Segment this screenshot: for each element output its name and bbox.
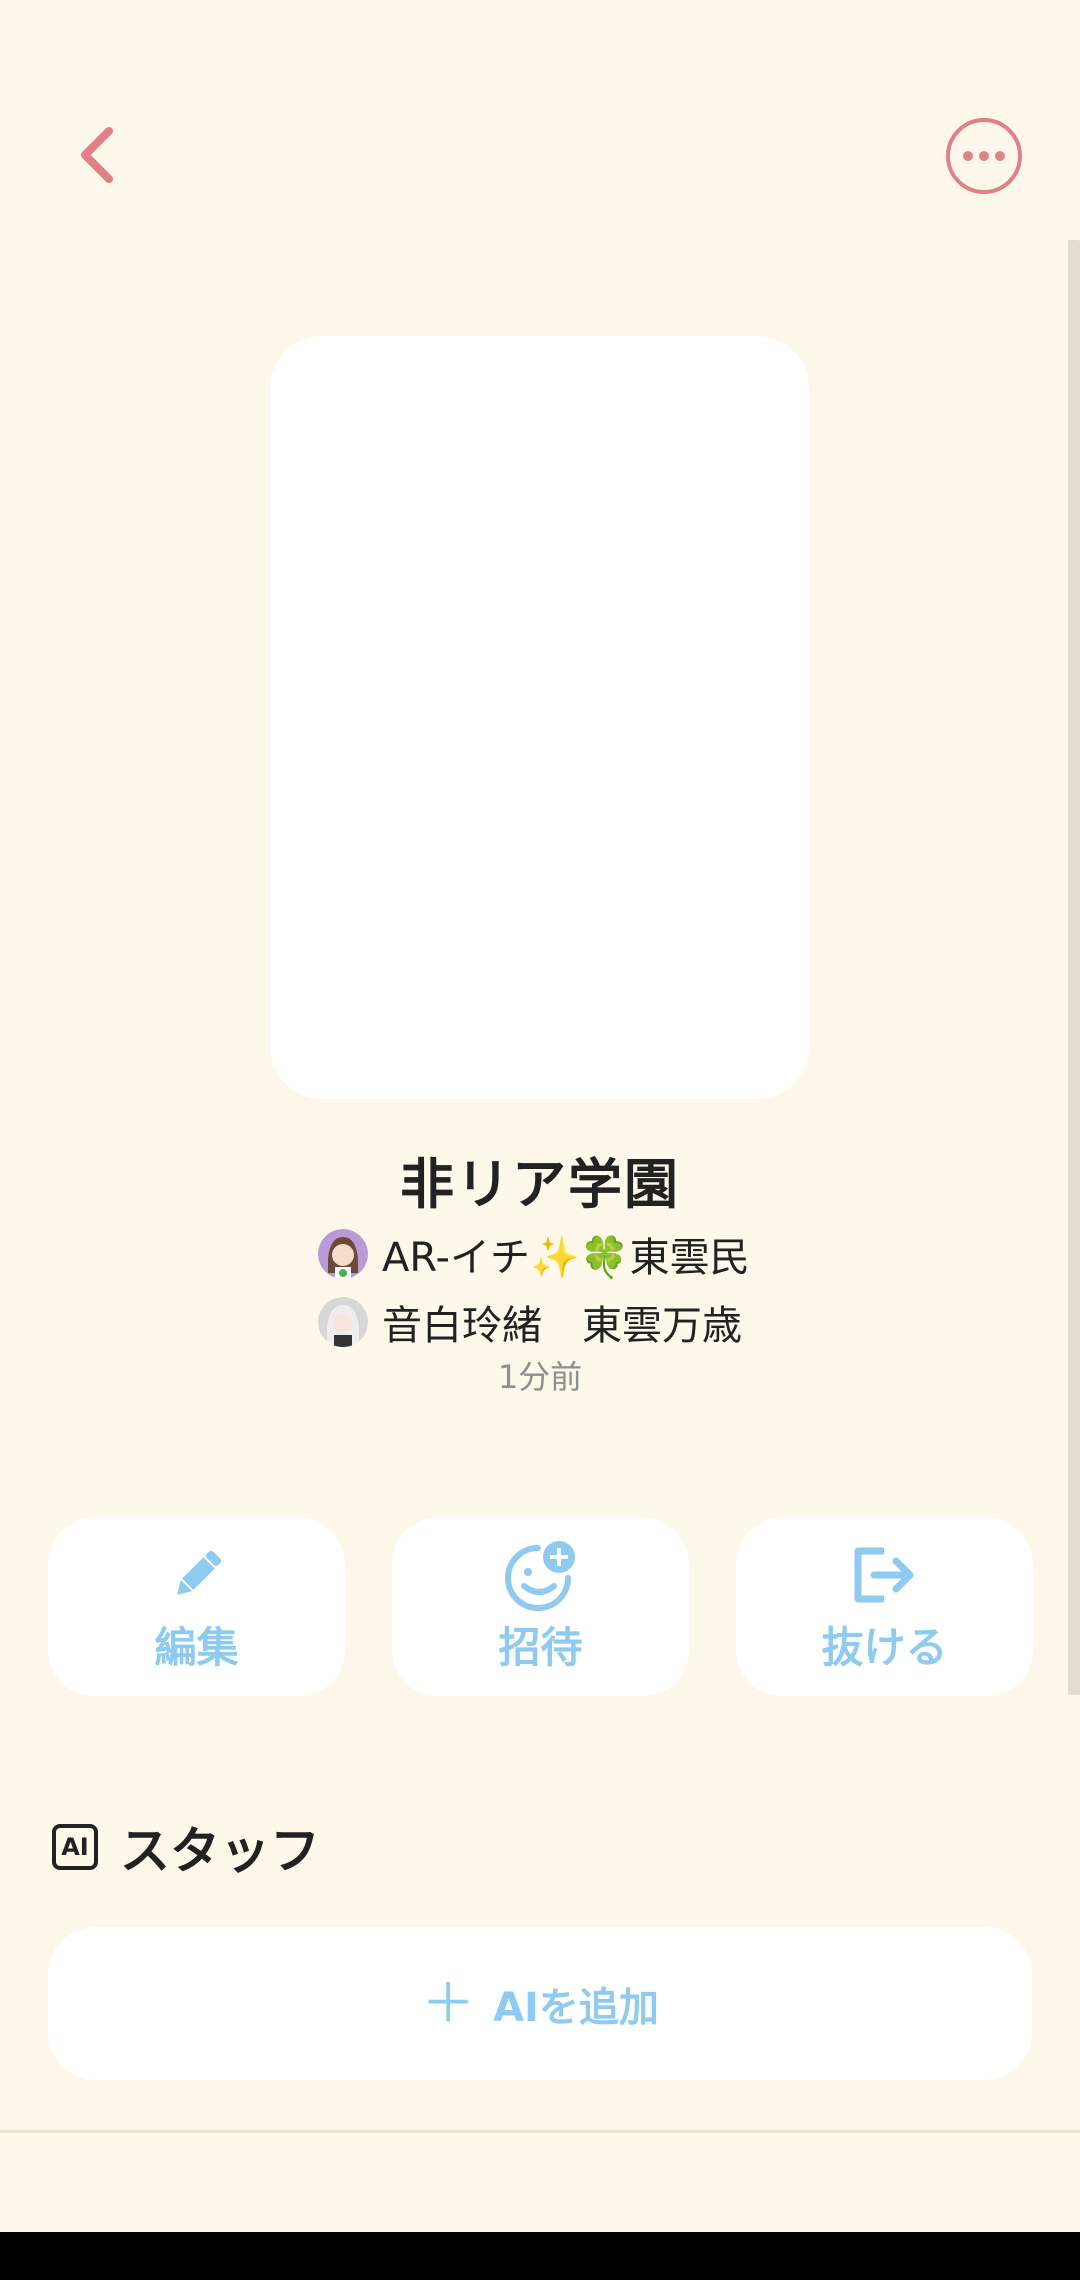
member-name: 音白玲緒 東雲万歳 [382, 1303, 742, 1349]
invite-button[interactable]: 招待 [392, 1518, 689, 1696]
edit-button[interactable]: 編集 [48, 1518, 345, 1696]
member-row[interactable]: 音白玲緒 東雲万歳 [318, 1294, 742, 1350]
staff-section-header: AI スタッフ [52, 1815, 320, 1880]
group-title: 非リア学園 [400, 1153, 680, 1216]
exit-icon [854, 1547, 913, 1602]
member-avatar [318, 1229, 368, 1279]
scrollbar[interactable] [1068, 240, 1080, 1695]
leave-button[interactable]: 抜ける [736, 1518, 1033, 1696]
staff-title: スタッフ [120, 1822, 320, 1880]
chevron-left-icon [81, 127, 113, 183]
back-button[interactable] [60, 118, 134, 192]
more-horizontal-icon [963, 151, 1005, 161]
last-updated-time: 1分前 [497, 1358, 583, 1396]
member-row[interactable]: AR-イチ✨🍀東雲民 [318, 1226, 750, 1282]
ai-icon: AI [52, 1824, 98, 1870]
more-options-button[interactable] [946, 118, 1022, 194]
member-name: AR-イチ✨🍀東雲民 [382, 1235, 750, 1281]
leave-label: 抜ける [821, 1622, 948, 1672]
divider [0, 2130, 1080, 2133]
system-navigation-bar [0, 2232, 1080, 2280]
group-cover-image[interactable] [270, 336, 809, 1099]
member-avatar [318, 1297, 368, 1347]
edit-label: 編集 [154, 1622, 239, 1672]
add-emoji-icon [504, 1540, 575, 1611]
add-ai-label: AIを追加 [493, 1984, 659, 2031]
invite-label: 招待 [498, 1622, 583, 1672]
add-ai-button[interactable]: ＋ AIを追加 [48, 1927, 1032, 2080]
plus-icon: ＋ [421, 1971, 476, 2035]
pencil-icon [176, 1550, 221, 1595]
